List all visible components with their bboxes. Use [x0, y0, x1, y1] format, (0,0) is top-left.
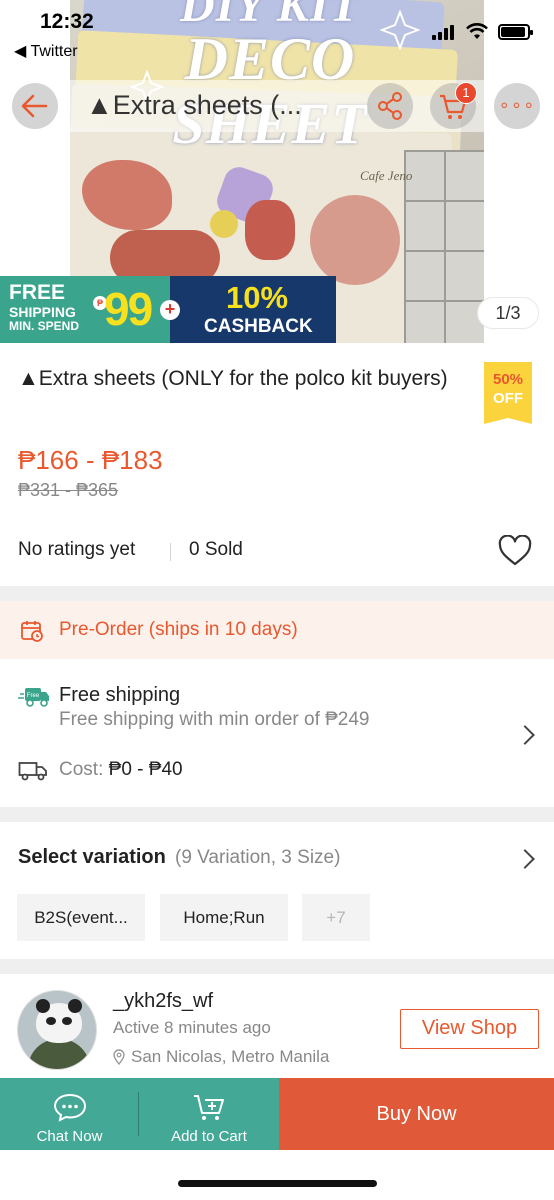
promo-banner: FREE SHIPPING MIN. SPEND ₱ 99 + 10% CASH…	[0, 276, 336, 343]
variation-option[interactable]: B2S(event...	[17, 894, 145, 941]
more-dots-icon: ∘∘∘	[498, 95, 536, 115]
favorite-heart-icon[interactable]	[498, 535, 532, 567]
free-shipping-subtitle: Free shipping with min order of ₱249	[59, 709, 370, 730]
home-indicator[interactable]	[178, 1180, 377, 1187]
chevron-right-icon	[515, 849, 535, 869]
ratings-text: No ratings yet	[18, 539, 136, 560]
price-range: ₱166 - ₱183	[18, 445, 163, 475]
shop-avatar[interactable]	[17, 990, 97, 1070]
status-bar: 12:32 ◀ Twitter	[0, 0, 554, 60]
back-to-twitter-link[interactable]: ◀ Twitter	[14, 41, 78, 61]
calendar-clock-icon	[21, 621, 43, 642]
view-shop-button[interactable]: View Shop	[400, 1009, 539, 1049]
location-pin-icon	[113, 1049, 125, 1065]
svg-text:Free: Free	[27, 693, 40, 699]
add-to-cart-icon	[194, 1095, 224, 1120]
top-nav: ▲Extra sheets (... 1 ∘∘∘	[0, 76, 554, 146]
original-price-range: ₱331 - ₱365	[18, 480, 119, 500]
delivery-truck-icon	[18, 762, 47, 781]
chat-bubble-icon	[53, 1093, 86, 1122]
discount-badge: 50% OFF	[484, 362, 532, 424]
add-to-cart-label: Add to Cart	[171, 1128, 247, 1145]
chat-now-label: Chat Now	[36, 1128, 103, 1145]
nav-title: ▲Extra sheets (...	[86, 90, 302, 120]
discount-percent: 50%	[492, 371, 524, 388]
chevron-right-icon	[515, 725, 535, 745]
share-icon	[378, 92, 402, 120]
bottom-action-bar: Chat Now Add to Cart Buy Now	[0, 1078, 554, 1150]
shop-location: San Nicolas, Metro Manila	[131, 1047, 330, 1066]
free-shipping-truck-icon: Free	[18, 688, 49, 707]
preorder-notice: Pre-Order (ships in 10 days)	[0, 601, 554, 659]
sold-count: 0 Sold	[189, 539, 243, 560]
cart-count-badge: 1	[455, 82, 477, 104]
chat-now-button[interactable]: Chat Now	[0, 1078, 139, 1150]
shipping-cost-value: ₱0 - ₱40	[108, 759, 183, 780]
product-title: ▲Extra sheets (ONLY for the polco kit bu…	[18, 367, 448, 390]
photo-brand-text: Cafe Jeno	[360, 168, 413, 183]
image-pager-indicator: 1/3	[477, 297, 539, 329]
more-options-button[interactable]: ∘∘∘	[494, 83, 540, 129]
promo-plus-icon: +	[160, 300, 180, 320]
promo-cashback-text: CASHBACK	[204, 316, 313, 337]
select-variation-title: Select variation	[18, 846, 166, 868]
variation-more-option[interactable]: +7	[302, 894, 370, 941]
free-shipping-title: Free shipping	[59, 684, 181, 706]
cellular-signal-icon	[432, 24, 456, 40]
add-to-cart-button[interactable]: Add to Cart	[139, 1078, 279, 1150]
variation-summary: (9 Variation, 3 Size)	[175, 847, 341, 868]
preorder-text: Pre-Order (ships in 10 days)	[59, 619, 298, 640]
buy-now-button[interactable]: Buy Now	[279, 1078, 554, 1150]
variation-option[interactable]: Home;Run	[160, 894, 288, 941]
shop-active-status: Active 8 minutes ago	[113, 1018, 271, 1037]
promo-shipping-text: SHIPPING	[9, 304, 76, 320]
shop-name[interactable]: _ykh2fs_wf	[113, 990, 213, 1013]
promo-cashback-percent: 10%	[226, 280, 289, 315]
promo-min-spend-text: MIN. SPEND	[9, 319, 80, 333]
status-time: 12:32	[40, 10, 94, 33]
wifi-icon	[466, 23, 488, 39]
promo-free-text: FREE	[9, 281, 66, 304]
arrow-left-icon	[21, 94, 48, 118]
battery-icon	[498, 24, 533, 40]
shipping-cost: Cost: ₱0 - ₱40	[59, 759, 183, 780]
share-button[interactable]	[367, 83, 413, 129]
promo-amount: 99	[104, 283, 153, 335]
back-button[interactable]	[12, 83, 58, 129]
discount-off-label: OFF	[493, 390, 523, 407]
